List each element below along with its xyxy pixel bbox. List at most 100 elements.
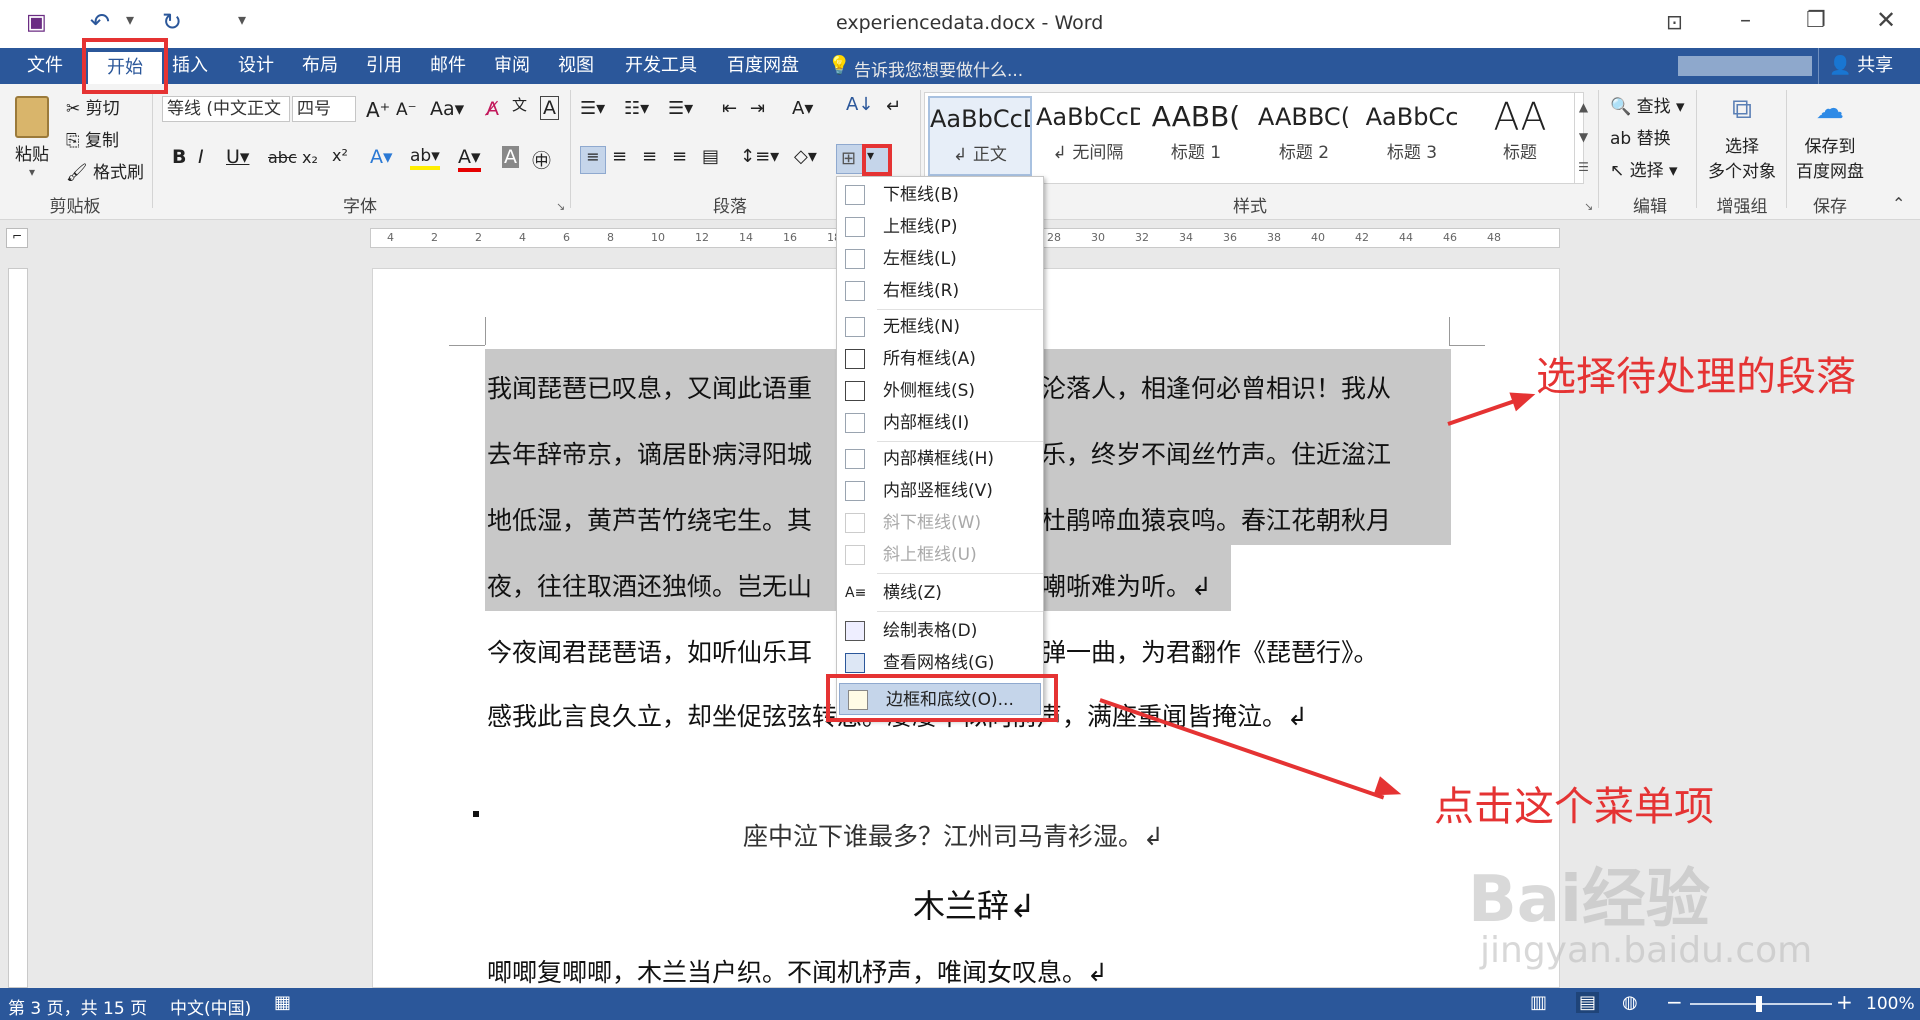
show-marks-icon[interactable]: ↵ <box>886 96 901 117</box>
tab-file[interactable]: 文件 <box>8 48 82 84</box>
justify-icon[interactable]: ≡ <box>672 146 687 167</box>
tab-review[interactable]: 审阅 <box>484 48 540 84</box>
styles-dialog-launcher-icon[interactable]: ↘ <box>1584 200 1593 213</box>
tab-mailings[interactable]: 邮件 <box>420 48 476 84</box>
align-center-icon[interactable]: ≡ <box>612 146 627 167</box>
tab-insert[interactable]: 插入 <box>162 48 218 84</box>
decrease-indent-icon[interactable]: ⇤ <box>722 98 737 119</box>
shading-icon[interactable]: ◇▾ <box>794 146 817 167</box>
share-button[interactable]: 👤 共享 <box>1818 48 1920 84</box>
tab-design[interactable]: 设计 <box>228 48 284 84</box>
char-shading-icon[interactable]: A <box>502 146 519 168</box>
menu-item-horizontal-line[interactable]: A≡ 横线(Z) <box>837 577 1043 609</box>
chinese-layout-icon[interactable]: A▾ <box>792 98 813 119</box>
minimize-icon[interactable]: – <box>1740 8 1751 33</box>
strikethrough-icon[interactable]: abc <box>268 148 297 167</box>
grow-font-icon[interactable]: A⁺ <box>366 98 390 122</box>
find-button[interactable]: 🔍 查找 ▾ <box>1610 92 1685 117</box>
left-border-icon <box>845 249 865 269</box>
macro-icon[interactable]: ▦ <box>274 992 291 1013</box>
format-painter-button[interactable]: 🖌 格式刷 <box>66 158 144 183</box>
style-heading-3[interactable]: AaBbCc 标题 3 <box>1360 96 1464 176</box>
style-title[interactable]: AA 标题 <box>1468 96 1572 176</box>
cut-button[interactable]: ✂ 剪切 <box>66 94 120 119</box>
menu-item-top-border[interactable]: 上框线(P) <box>837 211 1043 243</box>
page-count[interactable]: 第 3 页，共 15 页 <box>8 994 147 1019</box>
styles-scroll[interactable]: ▲ ▼ ☰ <box>1574 92 1592 184</box>
redo-icon[interactable]: ↻ <box>162 8 182 36</box>
sort-icon[interactable]: A↓ <box>846 94 873 115</box>
tab-references[interactable]: 引用 <box>356 48 412 84</box>
close-icon[interactable]: ✕ <box>1876 6 1896 34</box>
customize-qa-icon[interactable]: ▾ <box>238 10 246 29</box>
collapse-ribbon-icon[interactable]: ⌃ <box>1892 194 1905 213</box>
menu-item-outside-borders[interactable]: 外侧框线(S) <box>837 375 1043 407</box>
style-heading-1[interactable]: AABB( 标题 1 <box>1144 96 1248 176</box>
text-effects-icon[interactable]: A▾ <box>370 146 393 168</box>
style-heading-2[interactable]: AABBC( 标题 2 <box>1252 96 1356 176</box>
italic-icon[interactable]: I <box>198 146 204 168</box>
font-family-select[interactable]: 等线 (中文正文 <box>162 96 290 122</box>
tab-developer[interactable]: 开发工具 <box>614 48 708 84</box>
replace-button[interactable]: ab 替换 <box>1610 124 1671 149</box>
paste-button[interactable]: 粘贴 ▾ <box>10 94 54 184</box>
numbering-icon[interactable]: ☷▾ <box>624 98 649 119</box>
increase-indent-icon[interactable]: ⇥ <box>750 98 765 119</box>
restore-icon[interactable]: ❐ <box>1806 8 1826 33</box>
bullets-icon[interactable]: ☰▾ <box>580 98 605 119</box>
clear-format-icon[interactable]: A̸ <box>486 98 499 120</box>
save-icon[interactable]: ▣ <box>26 10 47 35</box>
multilevel-list-icon[interactable]: ☰▾ <box>668 98 693 119</box>
font-dialog-launcher-icon[interactable]: ↘ <box>556 200 565 213</box>
ribbon-display-icon[interactable]: ⊡ <box>1666 10 1683 34</box>
menu-item-draw-table[interactable]: 绘制表格(D) <box>837 615 1043 647</box>
zoom-out-icon[interactable]: − <box>1666 990 1683 1014</box>
zoom-in-icon[interactable]: + <box>1836 990 1853 1014</box>
font-color-icon[interactable]: A▾ <box>458 146 481 172</box>
pinyin-icon[interactable]: 文 <box>512 94 527 115</box>
tab-layout[interactable]: 布局 <box>292 48 348 84</box>
enclose-char-icon[interactable]: ㊥ <box>532 146 551 173</box>
char-border-icon[interactable]: A <box>540 96 559 120</box>
zoom-level[interactable]: 100% <box>1866 994 1915 1014</box>
read-mode-icon[interactable]: ▥ <box>1530 992 1547 1013</box>
menu-item-all-borders[interactable]: 所有框线(A) <box>837 343 1043 375</box>
font-size-select[interactable]: 四号 <box>292 96 356 122</box>
language-indicator[interactable]: 中文(中国) <box>170 994 251 1019</box>
save-to-baidu-button[interactable]: ☁ 保存到 百度网盘 <box>1790 92 1870 182</box>
copy-button[interactable]: ⎘ 复制 <box>66 126 119 151</box>
vertical-ruler[interactable] <box>8 268 28 988</box>
change-case-icon[interactable]: Aa▾ <box>430 98 464 120</box>
menu-item-left-border[interactable]: 左框线(L) <box>837 243 1043 275</box>
select-button[interactable]: ↖ 选择 ▾ <box>1610 156 1678 181</box>
tab-baidu-netdisk[interactable]: 百度网盘 <box>716 48 810 84</box>
style-sample: AA <box>1493 96 1547 138</box>
style-no-spacing[interactable]: AaBbCcDd ↲ 无间隔 <box>1036 96 1140 176</box>
menu-item-inside-borders[interactable]: 内部框线(I) <box>837 407 1043 439</box>
zoom-slider-thumb[interactable] <box>1756 996 1762 1012</box>
menu-item-inside-vertical[interactable]: 内部竖框线(V) <box>837 475 1043 507</box>
bold-icon[interactable]: B <box>172 146 186 168</box>
underline-icon[interactable]: U▾ <box>226 146 249 168</box>
menu-item-no-border[interactable]: 无框线(N) <box>837 311 1043 343</box>
select-objects-button[interactable]: ⧉ 选择 多个对象 <box>1702 92 1782 182</box>
web-layout-icon[interactable]: ◍ <box>1622 992 1638 1013</box>
undo-dropdown-icon[interactable]: ▾ <box>126 10 134 29</box>
subscript-icon[interactable]: x₂ <box>302 148 318 167</box>
menu-item-bottom-border[interactable]: 下框线(B) <box>837 179 1043 211</box>
superscript-icon[interactable]: x² <box>332 146 348 165</box>
align-left-icon[interactable]: ≡ <box>580 146 606 174</box>
menu-item-right-border[interactable]: 右框线(R) <box>837 275 1043 307</box>
distributed-icon[interactable]: ▤ <box>702 146 719 167</box>
tell-me-input[interactable]: 告诉我您想要做什么... <box>854 56 1023 81</box>
menu-item-inside-horizontal[interactable]: 内部横框线(H) <box>837 443 1043 475</box>
style-normal[interactable]: AaBbCcDd ↲ 正文 <box>928 96 1032 176</box>
tab-view[interactable]: 视图 <box>548 48 604 84</box>
highlight-icon[interactable]: ab▾ <box>410 146 440 170</box>
undo-icon[interactable]: ↶ <box>90 8 110 36</box>
print-layout-icon[interactable]: ▤ <box>1576 992 1600 1013</box>
align-right-icon[interactable]: ≡ <box>642 146 657 167</box>
shrink-font-icon[interactable]: A⁻ <box>396 100 417 120</box>
tab-selector[interactable]: ⌐ <box>6 228 28 248</box>
line-spacing-icon[interactable]: ↕≡▾ <box>740 146 779 167</box>
